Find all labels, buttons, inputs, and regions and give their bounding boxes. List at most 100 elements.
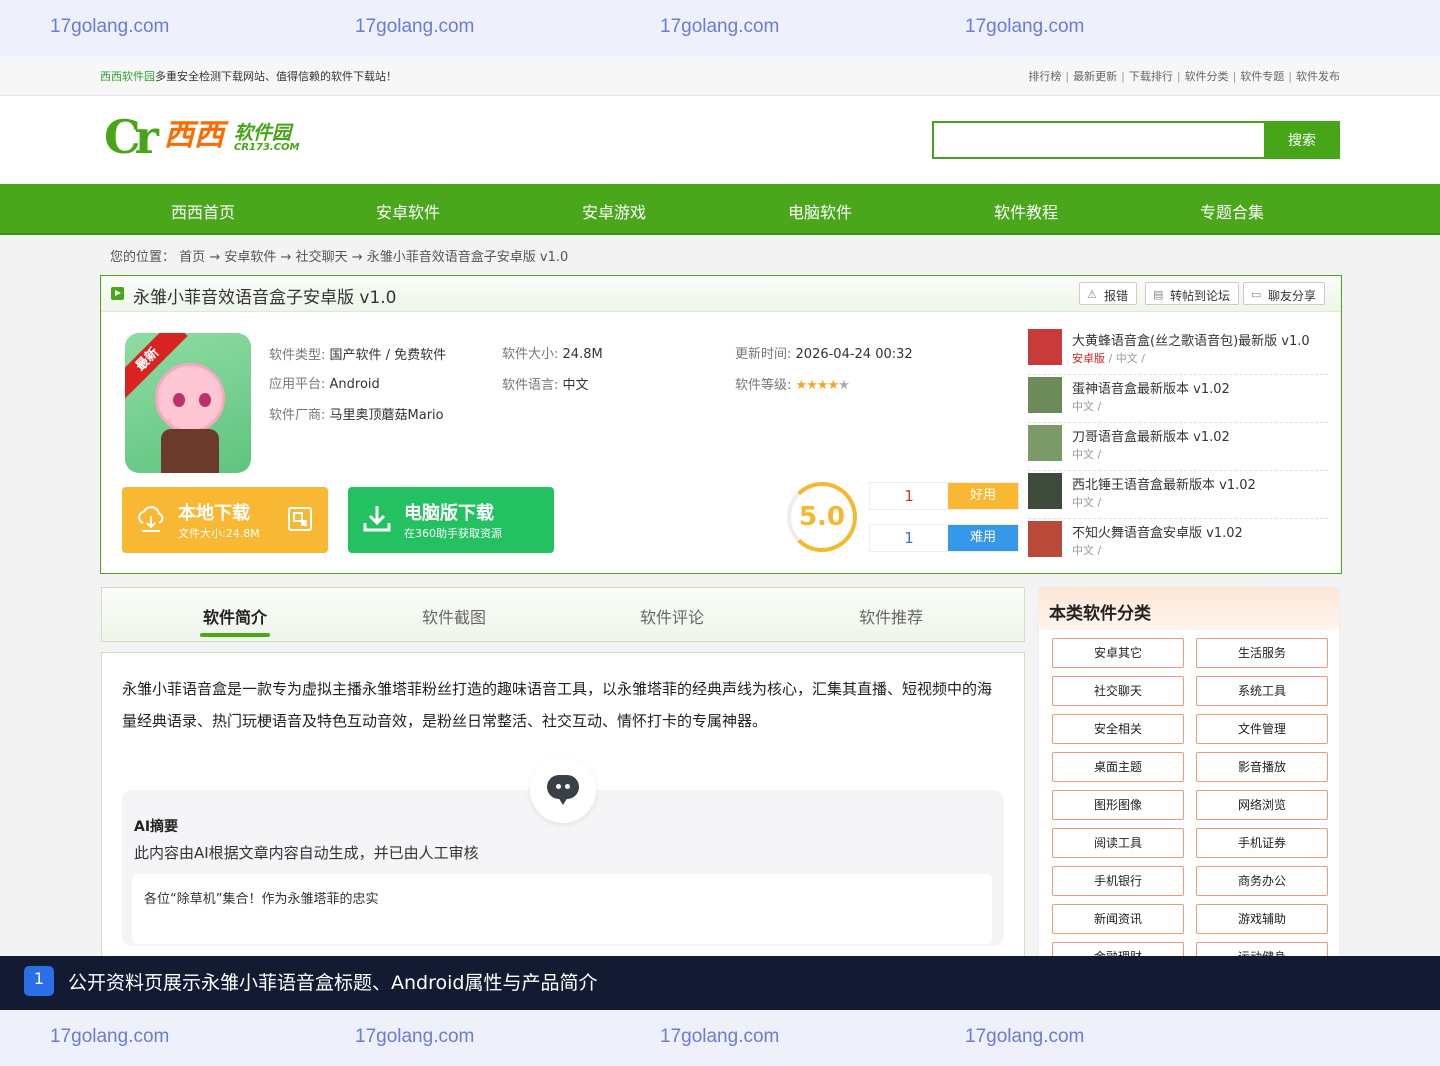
category-item[interactable]: 系统工具 — [1196, 676, 1328, 706]
tab-intro[interactable]: 软件简介 — [130, 604, 340, 637]
search-button[interactable]: 搜索 — [1264, 121, 1340, 159]
related-item[interactable]: 西北锤王语音盒最新版本 v1.02 中文 / — [1028, 471, 1328, 519]
category-item[interactable]: 新闻资讯 — [1052, 904, 1184, 934]
category-item[interactable]: 安全相关 — [1052, 714, 1184, 744]
related-item[interactable]: 刀哥语音盒最新版本 v1.02 中文 / — [1028, 423, 1328, 471]
info-updated: 更新时间: 2026-04-24 00:32 — [735, 343, 913, 362]
logo-cn: 西西 — [164, 118, 224, 153]
related-title[interactable]: 刀哥语音盒最新版本 v1.02 — [1072, 426, 1230, 445]
related-meta-text: / 中文 / — [1108, 352, 1145, 365]
local-download-button[interactable]: 本地下载 文件大小:24.8M — [122, 487, 328, 553]
app-icon-eye — [199, 393, 211, 407]
share-label: 聊友分享 — [1268, 289, 1317, 303]
related-meta: 中文 / — [1072, 496, 1102, 509]
qr-code-icon[interactable] — [288, 507, 312, 531]
info-level-label: 软件等级: — [735, 378, 792, 393]
category-item[interactable]: 商务办公 — [1196, 866, 1328, 896]
category-item[interactable]: 阅读工具 — [1052, 828, 1184, 858]
category-sidebar: 本类软件分类 安卓其它 生活服务 社交聊天 系统工具 安全相关 文件管理 桌面主… — [1038, 587, 1340, 972]
top-link-publish[interactable]: 软件发布 — [1296, 70, 1340, 83]
cloud-download-icon — [138, 506, 164, 532]
related-tag: 安卓版 — [1072, 352, 1105, 365]
caption-bar: 1 公开资料页展示永雏小菲语音盒标题、Android属性与产品简介 — [0, 956, 1440, 1010]
category-item[interactable]: 游戏辅助 — [1196, 904, 1328, 934]
related-title[interactable]: 不知火舞语音盒安卓版 v1.02 — [1072, 522, 1243, 541]
ai-chat-icon[interactable] — [530, 757, 596, 823]
document-icon: ▤ — [1153, 288, 1164, 301]
info-platform-label: 应用平台: — [269, 377, 326, 392]
category-item[interactable]: 手机银行 — [1052, 866, 1184, 896]
intro-content: 永雏小菲语音盒是一款专为虚拟主播永雏塔菲粉丝打造的趣味语音工具，以永雏塔菲的经典… — [101, 652, 1025, 972]
logo-sub: 软件园 — [234, 122, 292, 144]
nav-tutorials[interactable]: 软件教程 — [923, 199, 1129, 223]
category-item[interactable]: 文件管理 — [1196, 714, 1328, 744]
info-language-value: 中文 — [562, 378, 589, 393]
caption-number-badge: 1 — [24, 966, 54, 996]
category-item[interactable]: 图形图像 — [1052, 790, 1184, 820]
score-circle: 5.0 — [787, 482, 857, 552]
top-notice-bar: 西西软件园多重安全检测下载网站、值得信赖的软件下载站！ 排行榜 | 最新更新 | 下载排… — [0, 56, 1440, 96]
info-vendor-label: 软件厂商: — [269, 408, 326, 423]
top-link-rank[interactable]: 排行榜 — [1028, 70, 1061, 83]
app-icon: 最新 — [125, 333, 251, 473]
report-label: 报错 — [1104, 289, 1129, 303]
app-icon-eye — [173, 393, 185, 407]
main-nav: 西西首页 安卓软件 安卓游戏 电脑软件 软件教程 专题合集 — [0, 184, 1440, 235]
ai-summary-quote: 各位“除草机”集合！作为永雏塔菲的忠实 — [132, 874, 992, 944]
breadcrumb-android[interactable]: 安卓软件 — [224, 250, 276, 265]
caption-text: 公开资料页展示永雏小菲语音盒标题、Android属性与产品简介 — [68, 972, 598, 994]
related-item[interactable]: 大黄蜂语音盒(丝之歌语音包)最新版 v1.0 安卓版 / 中文 / — [1028, 327, 1328, 375]
nav-home[interactable]: 西西首页 — [100, 199, 306, 223]
nav-pc-software[interactable]: 电脑软件 — [717, 199, 923, 223]
related-title[interactable]: 蛋神语音盒最新版本 v1.02 — [1072, 378, 1230, 397]
related-meta: 中文 / — [1072, 448, 1102, 461]
category-item[interactable]: 网络浏览 — [1196, 790, 1328, 820]
category-item[interactable]: 手机证券 — [1196, 828, 1328, 858]
share-chat-button[interactable]: ▭ 聊友分享 — [1243, 282, 1326, 305]
related-title[interactable]: 大黄蜂语音盒(丝之歌语音包)最新版 v1.0 — [1072, 330, 1310, 349]
top-link-categories[interactable]: 软件分类 — [1185, 70, 1229, 83]
report-error-button[interactable]: ⚠ 报错 — [1079, 282, 1138, 305]
content-tabs: 软件简介 软件截图 软件评论 软件推荐 — [101, 587, 1025, 642]
good-button[interactable]: 好用 — [948, 483, 1018, 509]
breadcrumb-home[interactable]: 首页 — [179, 250, 205, 265]
top-link-topics[interactable]: 软件专题 — [1240, 70, 1284, 83]
info-type-label: 软件类型: — [269, 348, 326, 363]
star-filled-icon: ★ — [806, 378, 818, 393]
site-logo[interactable]: Cr 西西 软件园 CR173.COM — [104, 114, 314, 162]
related-item[interactable]: 不知火舞语音盒安卓版 v1.02 中文 / — [1028, 519, 1328, 567]
info-type-value: 国产软件 / 免费软件 — [329, 348, 447, 363]
category-item[interactable]: 影音播放 — [1196, 752, 1328, 782]
tab-screenshots[interactable]: 软件截图 — [349, 604, 559, 628]
pc-download-button[interactable]: 电脑版下载 在360助手获取资源 — [348, 487, 554, 553]
app-detail-panel: 永雏小菲音效语音盒子安卓版 v1.0 ⚠ 报错 ▤ 转帖到论坛 ▭ 聊友分享 最新 软… — [100, 275, 1342, 574]
category-item[interactable]: 生活服务 — [1196, 638, 1328, 668]
intro-text: 永雏小菲语音盒是一款专为虚拟主播永雏塔菲粉丝打造的趣味语音工具，以永雏塔菲的经典… — [122, 680, 993, 730]
top-link-latest[interactable]: 最新更新 — [1073, 70, 1117, 83]
breadcrumb-current: 永雏小菲音效语音盒子安卓版 v1.0 — [366, 250, 569, 265]
related-thumbnail — [1028, 425, 1062, 461]
nav-collections[interactable]: 专题合集 — [1129, 199, 1335, 223]
tab-comments[interactable]: 软件评论 — [567, 604, 777, 628]
title-bullet-icon — [111, 287, 124, 300]
category-item[interactable]: 社交聊天 — [1052, 676, 1184, 706]
repost-forum-button[interactable]: ▤ 转帖到论坛 — [1145, 282, 1240, 305]
breadcrumb-social[interactable]: 社交聊天 — [296, 250, 348, 265]
related-meta: 中文 / — [1072, 400, 1102, 413]
nav-android-software[interactable]: 安卓软件 — [305, 199, 511, 223]
site-brand-link[interactable]: 西西软件园 — [100, 70, 155, 83]
vote-bad: 1 难用 — [869, 524, 1019, 552]
related-meta: 安卓版 / 中文 / — [1072, 350, 1145, 366]
related-title[interactable]: 西北锤王语音盒最新版本 v1.02 — [1072, 474, 1256, 493]
info-language-label: 软件语言: — [502, 378, 559, 393]
search-input[interactable] — [934, 123, 1264, 157]
nav-android-games[interactable]: 安卓游戏 — [511, 199, 717, 223]
info-updated-label: 更新时间: — [735, 347, 792, 362]
tab-recommend[interactable]: 软件推荐 — [786, 604, 996, 628]
bad-button[interactable]: 难用 — [948, 525, 1018, 551]
related-item[interactable]: 蛋神语音盒最新版本 v1.02 中文 / — [1028, 375, 1328, 423]
category-item[interactable]: 桌面主题 — [1052, 752, 1184, 782]
top-link-download-rank[interactable]: 下载排行 — [1129, 70, 1173, 83]
category-item[interactable]: 安卓其它 — [1052, 638, 1184, 668]
site-slogan: 西西软件园多重安全检测下载网站、值得信赖的软件下载站！ — [100, 68, 397, 84]
